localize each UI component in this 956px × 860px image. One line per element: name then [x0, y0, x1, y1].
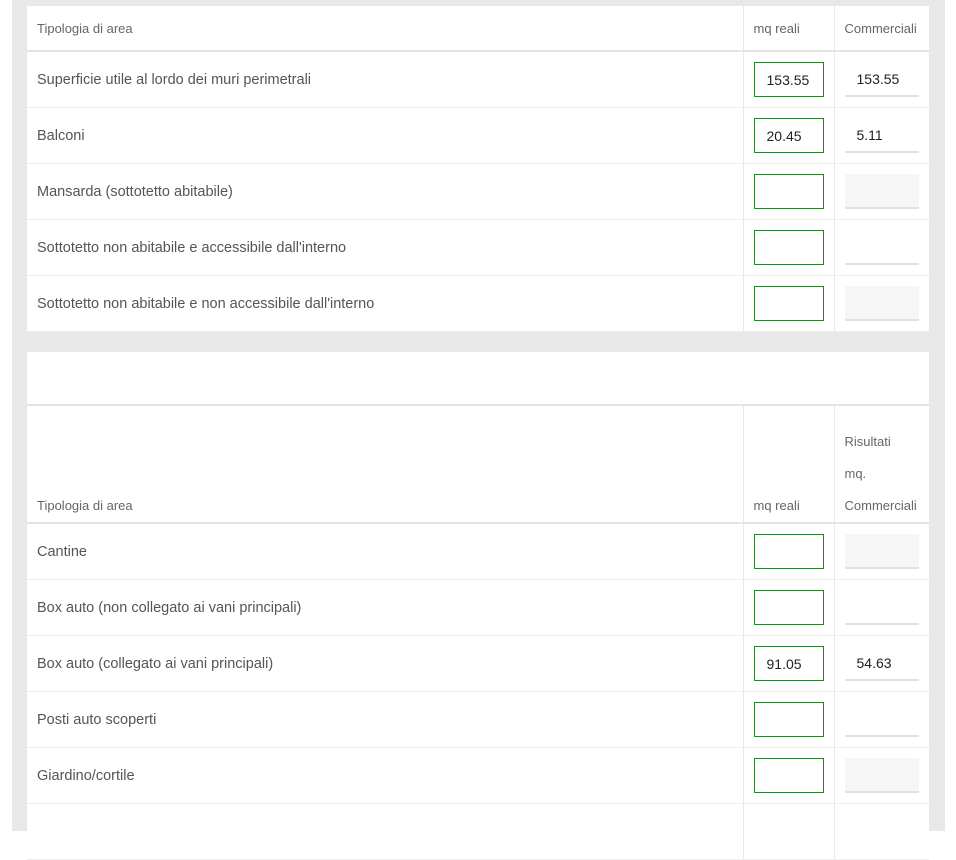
header-risultati-line2: mq.	[844, 466, 867, 481]
mq-input-cantine[interactable]	[753, 534, 824, 569]
mq-input-sottotetto-non-accessibile[interactable]	[753, 286, 824, 321]
table-row: Giardino/cortile	[27, 747, 929, 804]
row-label: Mansarda (sottotetto abitabile)	[27, 163, 743, 220]
header-risultati-line3: Commerciali	[844, 498, 917, 513]
comm-cell	[833, 523, 929, 580]
comm-cell	[833, 691, 929, 748]
comm-cell	[833, 635, 929, 692]
comm-output-cantine	[844, 534, 919, 569]
comm-output-mansarda	[844, 174, 919, 209]
area-table-panel-principal: Tipologia di area mq reali Commerciali S…	[27, 6, 929, 332]
area-table-principal: Tipologia di area mq reali Commerciali S…	[27, 6, 929, 332]
comm-output-posti-auto-scoperti	[844, 702, 919, 737]
mq-cell	[742, 747, 834, 804]
row-label: Balconi	[27, 107, 743, 164]
mq-cell	[742, 691, 834, 748]
row-label: Cantine	[27, 523, 743, 580]
mq-cell	[742, 523, 834, 580]
header-mq-reali: mq reali	[742, 406, 834, 524]
row-label: Sottotetto non abitabile e accessibile d…	[27, 219, 743, 276]
row-label: Sottotetto non abitabile e non accessibi…	[27, 275, 743, 332]
area-table-accessorie: Tipologia di area mq reali Risultati mq. C…	[27, 406, 929, 860]
header-risultati-commerciali: Risultati mq. Commerciali	[833, 406, 929, 524]
comm-cell	[833, 579, 929, 636]
mq-cell	[742, 51, 834, 108]
comm-output-box-collegato	[844, 646, 919, 681]
mq-input-superficie-utile[interactable]	[753, 62, 824, 97]
table-row: Superficie utile al lordo dei muri perim…	[27, 51, 929, 108]
comm-output-giardino	[844, 758, 919, 793]
table-header-row: Tipologia di area mq reali Commerciali	[27, 6, 929, 52]
comm-output-balconi	[844, 118, 919, 153]
row-label: Posti auto scoperti	[27, 691, 743, 748]
table-row-partial	[27, 803, 929, 860]
table-row: Box auto (collegato ai vani principali)	[27, 635, 929, 692]
mq-cell	[742, 275, 834, 332]
comm-output-sottotetto-accessibile	[844, 230, 919, 265]
mq-cell	[742, 579, 834, 636]
row-label: Superficie utile al lordo dei muri perim…	[27, 51, 743, 108]
comm-output-sottotetto-non-accessibile	[844, 286, 919, 321]
header-commerciali: Commerciali	[833, 6, 929, 52]
comm-cell	[833, 107, 929, 164]
mq-input-mansarda[interactable]	[753, 174, 824, 209]
table-row: Posti auto scoperti	[27, 691, 929, 748]
mq-input-box-non-collegato[interactable]	[753, 590, 824, 625]
row-label: Box auto (collegato ai vani principali)	[27, 635, 743, 692]
mq-cell	[742, 219, 834, 276]
mq-input-box-collegato[interactable]	[753, 646, 824, 681]
table-header-row: Tipologia di area mq reali Risultati mq. C…	[27, 406, 929, 524]
mq-input-giardino[interactable]	[753, 758, 824, 793]
comm-cell	[833, 747, 929, 804]
mq-cell	[742, 163, 834, 220]
table-row: Box auto (non collegato ai vani principa…	[27, 579, 929, 636]
row-label: Box auto (non collegato ai vani principa…	[27, 579, 743, 636]
comm-output-superficie-utile	[844, 62, 919, 97]
header-tipologia: Tipologia di area	[27, 406, 743, 524]
header-mq-reali: mq reali	[742, 6, 834, 52]
comm-cell	[833, 275, 929, 332]
mq-cell	[742, 107, 834, 164]
mq-input-balconi[interactable]	[753, 118, 824, 153]
mq-input-posti-auto-scoperti[interactable]	[753, 702, 824, 737]
comm-cell	[833, 163, 929, 220]
row-label: Giardino/cortile	[27, 747, 743, 804]
mq-input-sottotetto-accessibile[interactable]	[753, 230, 824, 265]
header-risultati-line1: Risultati	[844, 434, 891, 449]
table-row: Sottotetto non abitabile e non accessibi…	[27, 275, 929, 332]
mq-cell	[742, 635, 834, 692]
table-row: Sottotetto non abitabile e accessibile d…	[27, 219, 929, 276]
table-row: Balconi	[27, 107, 929, 164]
comm-cell	[833, 219, 929, 276]
comm-output-box-non-collegato	[844, 590, 919, 625]
area-table-panel-accessorie: Tipologia di area mq reali Risultati mq. C…	[27, 352, 929, 860]
table-row: Mansarda (sottotetto abitabile)	[27, 163, 929, 220]
table-row: Cantine	[27, 523, 929, 580]
header-tipologia: Tipologia di area	[27, 6, 743, 52]
comm-cell	[833, 51, 929, 108]
panel-spacer	[27, 352, 929, 406]
